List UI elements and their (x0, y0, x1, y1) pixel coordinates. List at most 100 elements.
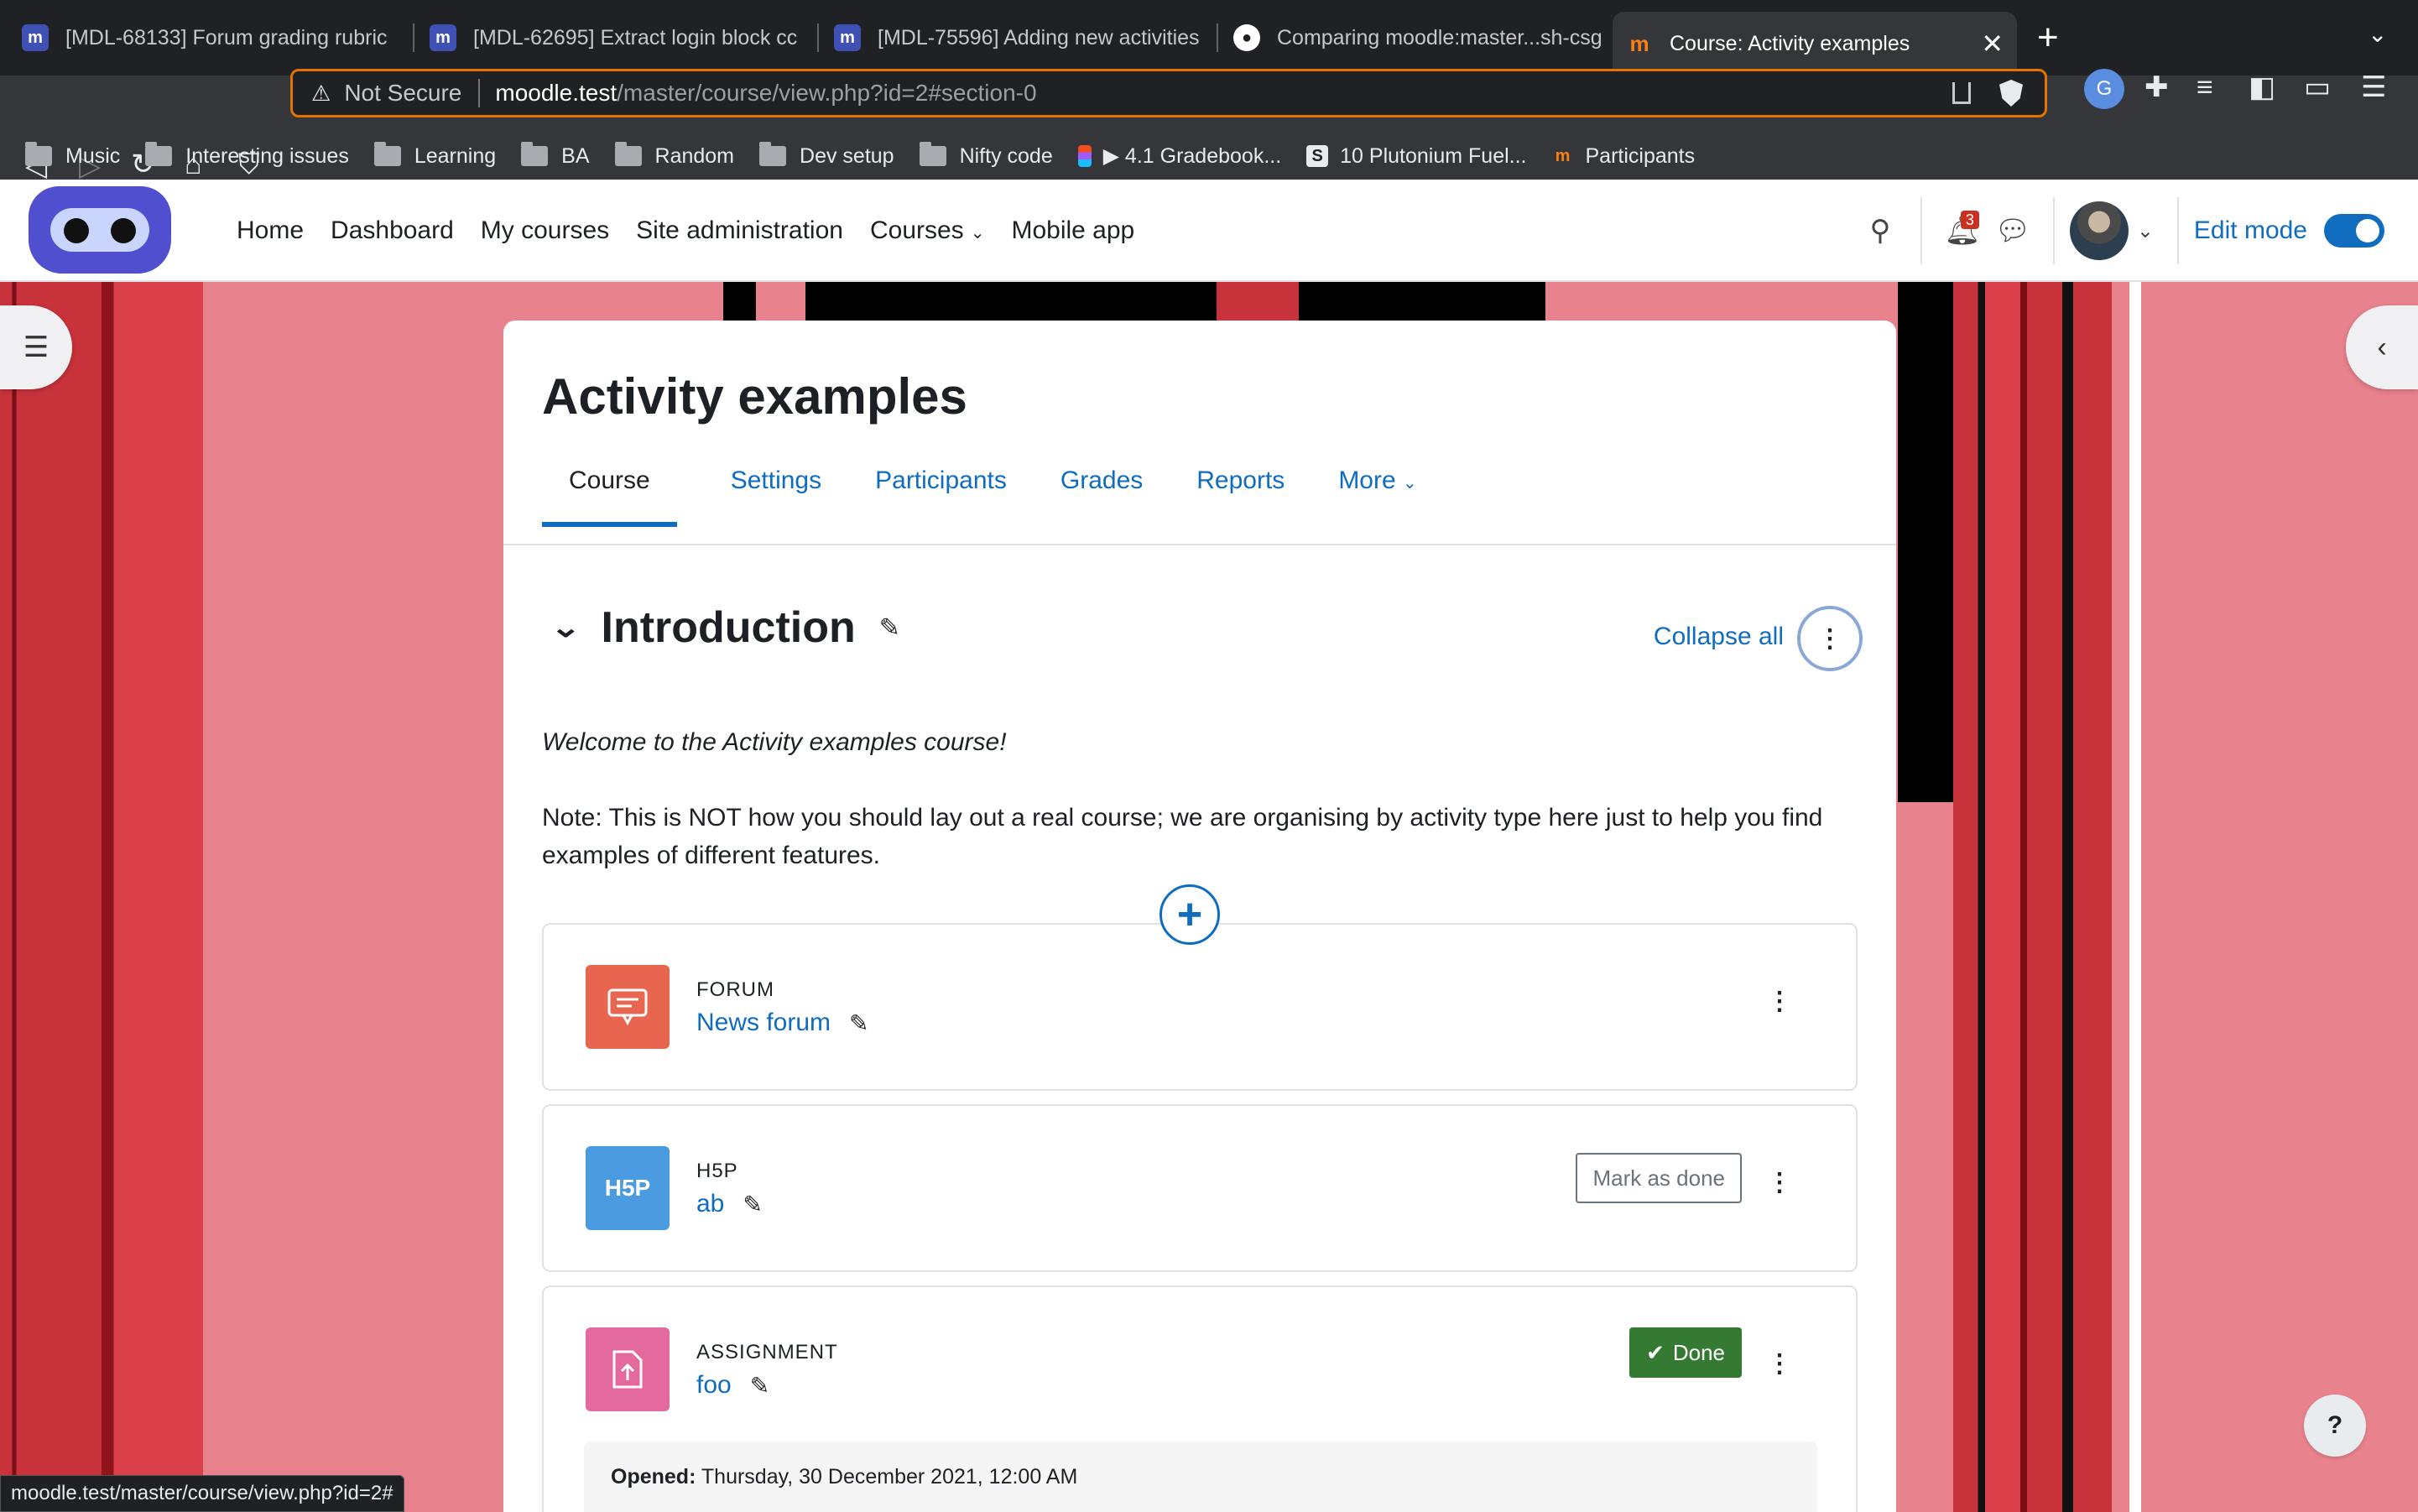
collapse-all-link[interactable]: Collapse all (1654, 623, 1784, 651)
address-bar[interactable]: ⚠ Not Secure moodle.test /master/course/… (290, 69, 2047, 117)
playlist-icon[interactable]: ≡ (2197, 70, 2213, 104)
done-button[interactable]: ✔ Done (1629, 1327, 1742, 1378)
github-icon: ● (1233, 24, 1260, 51)
edit-mode-toggle[interactable]: Edit mode (2194, 214, 2384, 248)
bookmark-folder[interactable]: Music (25, 142, 120, 169)
bookmark-label: Dev setup (800, 143, 894, 168)
course-content: Activity examples Course Settings Partic… (503, 321, 1896, 1512)
close-tab-icon[interactable]: ✕ (1964, 28, 2004, 60)
bookmark-label: Interesting issues (185, 143, 349, 168)
browser-tab-title: [MDL-68133] Forum grading rubric (65, 25, 388, 50)
new-tab-icon[interactable]: + (2037, 17, 2059, 59)
nav-home[interactable]: Home (237, 216, 304, 245)
site-logo[interactable] (29, 186, 171, 274)
sidebar-icon[interactable]: ◧ (2249, 70, 2275, 104)
puzzle-extensions-icon[interactable]: ✚ (2144, 70, 2169, 104)
bookmark-label: Participants (1585, 143, 1696, 168)
search-icon[interactable]: ⚲ (1855, 206, 1905, 256)
forum-icon (586, 965, 670, 1049)
tab-participants[interactable]: Participants (875, 460, 1007, 527)
page-title: Activity examples (542, 368, 967, 425)
background-pattern (2129, 282, 2141, 1512)
bookmark-folder[interactable]: BA (521, 142, 590, 169)
opened-label: Opened: (611, 1465, 696, 1489)
share-icon[interactable] (1952, 82, 1971, 104)
mark-as-done-button[interactable]: Mark as done (1576, 1153, 1742, 1203)
done-label: Done (1672, 1339, 1725, 1365)
activity-link[interactable]: News forum (696, 1009, 831, 1037)
user-avatar[interactable] (2069, 201, 2129, 260)
browser-tab-title: [MDL-75596] Adding new activities (878, 25, 1200, 50)
moodle-tracker-icon: m (834, 24, 861, 51)
bookmark-folder[interactable]: Dev setup (759, 142, 894, 169)
logo-eye (64, 218, 89, 243)
nav-courses-dropdown[interactable]: Courses ⌄ (870, 216, 984, 245)
messages-icon[interactable]: 💬︎ (1988, 206, 2038, 256)
edit-mode-label: Edit mode (2193, 216, 2307, 244)
divider (2052, 197, 2055, 264)
secondary-navigation: Course Settings Participants Grades Repo… (542, 460, 1417, 527)
activity-actions-kebab-icon[interactable]: ⋮ (1767, 1168, 1792, 1197)
tab-reports[interactable]: Reports (1196, 460, 1285, 527)
add-activity-plus-icon[interactable]: + (1159, 884, 1220, 945)
activity-actions-kebab-icon[interactable]: ⋮ (1767, 1349, 1792, 1379)
help-button[interactable]: ? (2304, 1395, 2366, 1457)
browser-tab-title: [MDL-62695] Extract login block cc (473, 25, 798, 50)
edit-pencil-icon[interactable]: ✎ (879, 613, 900, 643)
brave-shield-icon[interactable] (1999, 80, 2023, 107)
browser-tab[interactable]: m [MDL-75596] Adding new activities (821, 8, 1215, 67)
activity-item-assignment: ASSIGNMENT foo ✎ ✔ Done ⋮ Opened: Thursd… (542, 1285, 1858, 1512)
figma-icon (1077, 145, 1092, 167)
bookmark-link[interactable]: ▶ 4.1 Gradebook... (1077, 143, 1282, 169)
browser-tab-active[interactable]: m Course: Activity examples ✕ (1613, 12, 2017, 76)
block-drawer-toggle-icon[interactable]: ‹ (2346, 305, 2418, 389)
notifications-bell-icon[interactable]: 🔔︎ 3 (1937, 206, 1988, 256)
tab-grades[interactable]: Grades (1060, 460, 1143, 527)
tab-course[interactable]: Course (542, 460, 677, 527)
bookmark-folder[interactable]: Learning (373, 142, 496, 169)
chevron-down-icon: ⌄ (970, 224, 985, 242)
chevron-down-icon[interactable]: ⌄ (550, 611, 581, 644)
wallet-icon[interactable]: ▭ (2304, 70, 2331, 104)
browser-tab[interactable]: m [MDL-68133] Forum grading rubric (8, 8, 408, 67)
moodle-icon: m (1629, 30, 1649, 56)
section-actions-kebab-icon[interactable]: ⋮ (1797, 606, 1863, 671)
bookmark-folder[interactable]: Nifty code (919, 142, 1053, 169)
nav-site-administration[interactable]: Site administration (636, 216, 843, 245)
tab-separator (817, 23, 819, 52)
nav-my-courses[interactable]: My courses (481, 216, 609, 245)
browser-tab[interactable]: m [MDL-62695] Extract login block cc (416, 8, 816, 67)
activity-link[interactable]: foo (696, 1371, 732, 1400)
nav-dashboard[interactable]: Dashboard (331, 216, 454, 245)
nav-mobile-app[interactable]: Mobile app (1011, 216, 1134, 245)
bookmark-label: 10 Plutonium Fuel... (1340, 143, 1527, 168)
bookmark-label: ▶ 4.1 Gradebook... (1102, 144, 1282, 168)
folder-icon (521, 142, 549, 166)
browser-tabstrip: m [MDL-68133] Forum grading rubric m [MD… (0, 0, 2418, 76)
welcome-text: Welcome to the Activity examples course! (542, 728, 1007, 756)
tab-settings[interactable]: Settings (731, 460, 821, 527)
background-pattern (723, 282, 1545, 326)
divider (478, 79, 481, 107)
tab-more[interactable]: More ⌄ (1338, 460, 1416, 527)
profile-extension-icon[interactable]: G (2084, 69, 2124, 109)
menu-icon[interactable]: ☰ (2361, 70, 2386, 104)
edit-pencil-icon[interactable]: ✎ (743, 1191, 762, 1218)
activity-link[interactable]: ab (696, 1190, 724, 1218)
section-header: ⌄ Introduction ✎ (550, 602, 900, 653)
bookmark-folder[interactable]: Random (614, 142, 734, 169)
activity-dates: Opened: Thursday, 30 December 2021, 12:0… (584, 1442, 1817, 1512)
chevron-down-icon[interactable]: ⌄ (2129, 206, 2162, 256)
bookmark-link[interactable]: m Participants (1552, 144, 1696, 169)
browser-tab[interactable]: ● Comparing moodle:master...sh-csg (1220, 8, 1606, 67)
bookmark-folder[interactable]: Interesting issues (145, 142, 349, 169)
checkmark-icon: ✔ (1646, 1339, 1665, 1365)
edit-pencil-icon[interactable]: ✎ (849, 1009, 868, 1037)
edit-pencil-icon[interactable]: ✎ (750, 1372, 769, 1400)
activity-actions-kebab-icon[interactable]: ⋮ (1767, 987, 1792, 1016)
bookmark-link[interactable]: S 10 Plutonium Fuel... (1306, 143, 1527, 169)
status-bar-url: moodle.test/master/course/view.php?id=2# (0, 1475, 404, 1512)
bookmark-label: Nifty code (959, 143, 1053, 168)
edit-mode-switch[interactable] (2324, 214, 2384, 248)
chevron-down-icon[interactable]: ⌄ (2368, 20, 2387, 48)
